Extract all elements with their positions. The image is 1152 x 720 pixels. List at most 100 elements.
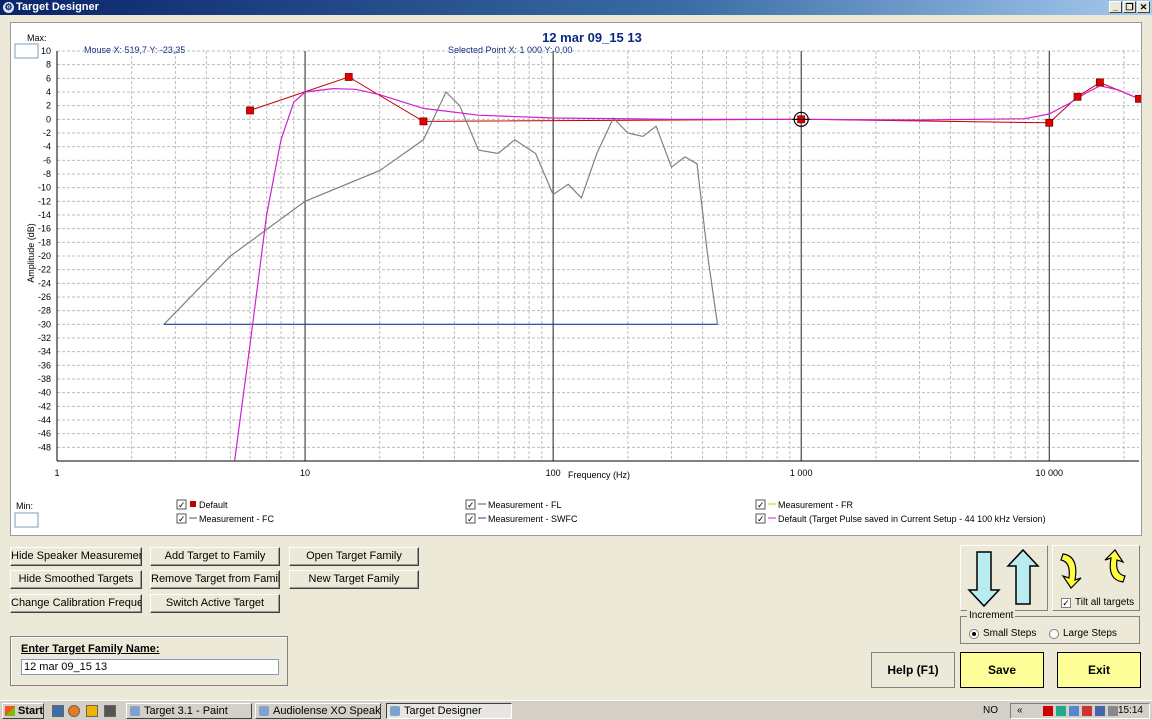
min-label: Min: [16, 501, 33, 511]
frequency-response-chart[interactable]: Max: Min: 12 mar 09_15 13 Mouse X: 519,7… [11, 23, 1141, 535]
y-tick-label: 2 [46, 101, 51, 111]
tilt-panel: ✓ Tilt all targets [1052, 545, 1140, 611]
help-button[interactable]: Help (F1) [871, 652, 955, 688]
system-tray: NO « 15:14 [983, 703, 1150, 719]
remove-target-button[interactable]: Remove Target from Family [150, 570, 280, 589]
arrow-up-icon[interactable] [1006, 548, 1040, 605]
change-calibration-button[interactable]: Change Calibration Frequenc [10, 594, 142, 613]
y-tick-label: -2 [43, 128, 51, 138]
y-axis-label: Amplitude (dB) [26, 223, 36, 283]
x-tick-label: 10 000 [1036, 468, 1064, 478]
target-family-label: Enter Target Family Name: [21, 643, 160, 655]
tray-icon[interactable] [1082, 706, 1092, 716]
series-lines [163, 76, 1140, 462]
small-steps-radio[interactable]: Small Steps [969, 628, 1036, 639]
series-line [234, 85, 1140, 462]
large-steps-radio[interactable]: Large Steps [1049, 628, 1117, 639]
y-tick-label: -44 [38, 415, 51, 425]
legend: ✓ Default ✓ Measurement - FL ✓ Measurement - … [176, 499, 1046, 524]
task-label: Target 3.1 - Paint [144, 705, 228, 717]
open-target-family-button[interactable]: Open Target Family [289, 547, 419, 566]
task-target-designer[interactable]: Target Designer [386, 703, 512, 719]
legend-label: Default [199, 500, 228, 510]
exit-button[interactable]: Exit [1057, 652, 1141, 688]
tray-icon[interactable] [1069, 706, 1079, 716]
x-axis-label: Frequency (Hz) [568, 470, 630, 480]
x-tick-label: 100 [546, 468, 561, 478]
media-player-icon[interactable] [86, 705, 98, 717]
max-label: Max: [27, 33, 47, 43]
switch-active-target-button[interactable]: Switch Active Target [150, 594, 280, 613]
target-point [1135, 94, 1141, 103]
volume-icon[interactable] [1108, 706, 1118, 716]
restore-button[interactable]: ❐ [1123, 1, 1136, 13]
selected-point-readout: Selected Point X: 1 000 Y: 0,00 [448, 45, 572, 55]
new-target-family-button[interactable]: New Target Family [289, 570, 419, 589]
max-input[interactable] [14, 43, 39, 59]
tilt-all-checkbox[interactable]: ✓ [1061, 597, 1071, 608]
hide-smoothed-targets-button[interactable]: Hide Smoothed Targets [10, 570, 142, 589]
y-tick-label: -10 [38, 183, 51, 193]
arrow-down-icon[interactable] [967, 551, 1001, 608]
min-input[interactable] [14, 512, 39, 528]
rotate-down-icon[interactable] [1060, 553, 1082, 589]
rotate-up-icon[interactable] [1104, 549, 1126, 583]
legend-check-mark: ✓ [467, 500, 475, 510]
large-steps-label: Large Steps [1063, 628, 1117, 639]
large-steps-radio-dot[interactable] [1049, 628, 1059, 639]
legend-check-mark: ✓ [178, 514, 186, 524]
y-tick-label: -32 [38, 333, 51, 343]
increment-group: Increment Small Steps Large Steps [960, 610, 1140, 644]
target-point [344, 73, 353, 81]
y-tick-label: -4 [43, 142, 51, 152]
chart-panel: Max: Min: 12 mar 09_15 13 Mouse X: 519,7… [10, 22, 1142, 536]
start-button[interactable]: Start [2, 703, 44, 719]
y-tick-label: -12 [38, 196, 51, 206]
target-designer-icon [390, 706, 400, 716]
tray-icon[interactable] [1056, 706, 1066, 716]
y-tick-label: 4 [46, 87, 51, 97]
small-steps-radio-dot[interactable] [969, 628, 979, 639]
paint-icon [130, 706, 140, 716]
close-button[interactable]: ✕ [1137, 1, 1150, 13]
y-axis-ticks: 10 8 6 4 2 0 -2 -4 -6 -8 -10 -12 -14 -16 -18 -20 -22 -24 -… [38, 46, 51, 452]
x-axis-ticks: 1 10 100 1 000 10 000 [54, 468, 1063, 478]
y-tick-label: -20 [38, 251, 51, 261]
y-tick-label: -42 [38, 401, 51, 411]
add-target-button[interactable]: Add Target to Family [150, 547, 280, 566]
target-point [1045, 118, 1054, 127]
app-icon: ⚙ [3, 2, 14, 13]
y-tick-label: -46 [38, 429, 51, 439]
target-family-input[interactable] [21, 659, 279, 675]
hide-speaker-measurement-button[interactable]: Hide Speaker Measurement [10, 547, 142, 566]
x-tick-label: 1 [54, 468, 59, 478]
network-icon[interactable] [1095, 706, 1105, 716]
minimize-button[interactable]: _ [1109, 1, 1122, 13]
legend-check-mark: ✓ [757, 500, 765, 510]
legend-swatch [190, 501, 196, 507]
y-tick-label: 10 [41, 46, 51, 56]
tray-icon[interactable] [1043, 706, 1053, 716]
firefox-icon[interactable] [68, 705, 80, 717]
mouse-readout: Mouse X: 519,7 Y: -23,35 [84, 45, 185, 55]
legend-label: Measurement - FC [199, 514, 275, 524]
y-tick-label: -40 [38, 388, 51, 398]
y-tick-label: -34 [38, 347, 51, 357]
language-indicator[interactable]: NO [983, 704, 998, 718]
app-quicklaunch-icon[interactable] [104, 705, 116, 717]
tilt-all-checkbox-row[interactable]: ✓ Tilt all targets [1061, 597, 1134, 608]
audiolense-icon [259, 706, 269, 716]
y-tick-label: -30 [38, 319, 51, 329]
save-button[interactable]: Save [960, 652, 1044, 688]
target-point [1073, 92, 1082, 101]
y-tick-label: -36 [38, 360, 51, 370]
legend-check-mark: ✓ [178, 500, 186, 510]
show-desktop-icon[interactable] [52, 705, 64, 717]
tray-expand-icon[interactable]: « [1017, 704, 1023, 718]
task-paint[interactable]: Target 3.1 - Paint [126, 703, 252, 719]
shift-arrows-panel [960, 545, 1048, 611]
tilt-all-label: Tilt all targets [1075, 597, 1135, 608]
chart-title: 12 mar 09_15 13 [542, 30, 642, 45]
legend-label: Measurement - FL [488, 500, 562, 510]
task-audiolense[interactable]: Audiolense XO Speaker ... [255, 703, 381, 719]
